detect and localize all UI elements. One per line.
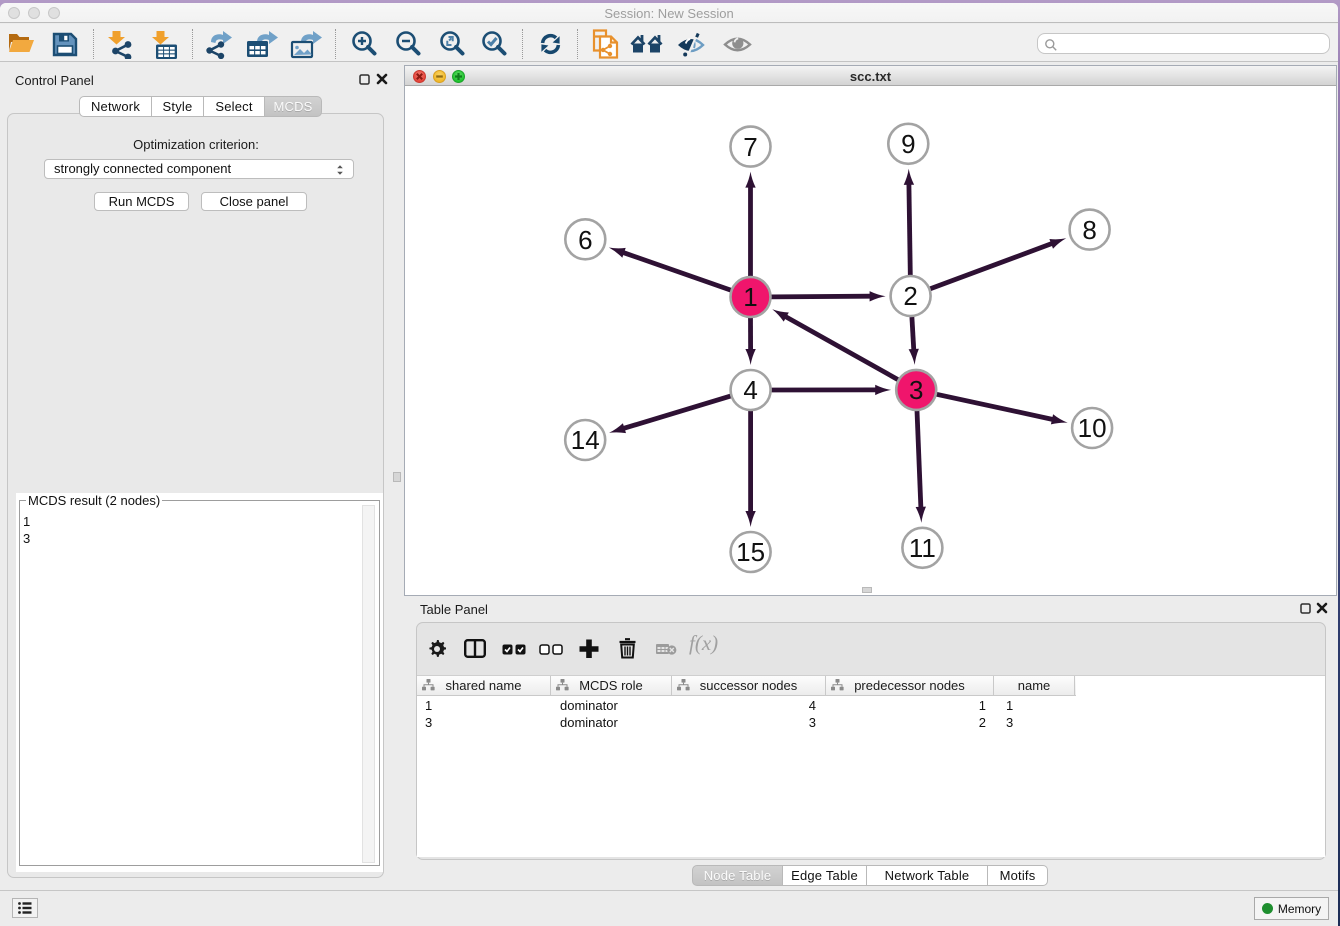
svg-text:1: 1	[743, 282, 757, 312]
svg-text:2: 2	[903, 281, 917, 311]
svg-text:4: 4	[743, 375, 757, 405]
svg-text:9: 9	[901, 129, 915, 159]
svg-text:8: 8	[1082, 215, 1096, 245]
svg-text:10: 10	[1078, 413, 1107, 443]
svg-text:6: 6	[578, 225, 592, 255]
svg-text:14: 14	[571, 425, 600, 455]
svg-text:7: 7	[743, 132, 757, 162]
svg-text:15: 15	[736, 537, 765, 567]
svg-text:3: 3	[909, 375, 923, 405]
svg-text:11: 11	[909, 533, 936, 563]
